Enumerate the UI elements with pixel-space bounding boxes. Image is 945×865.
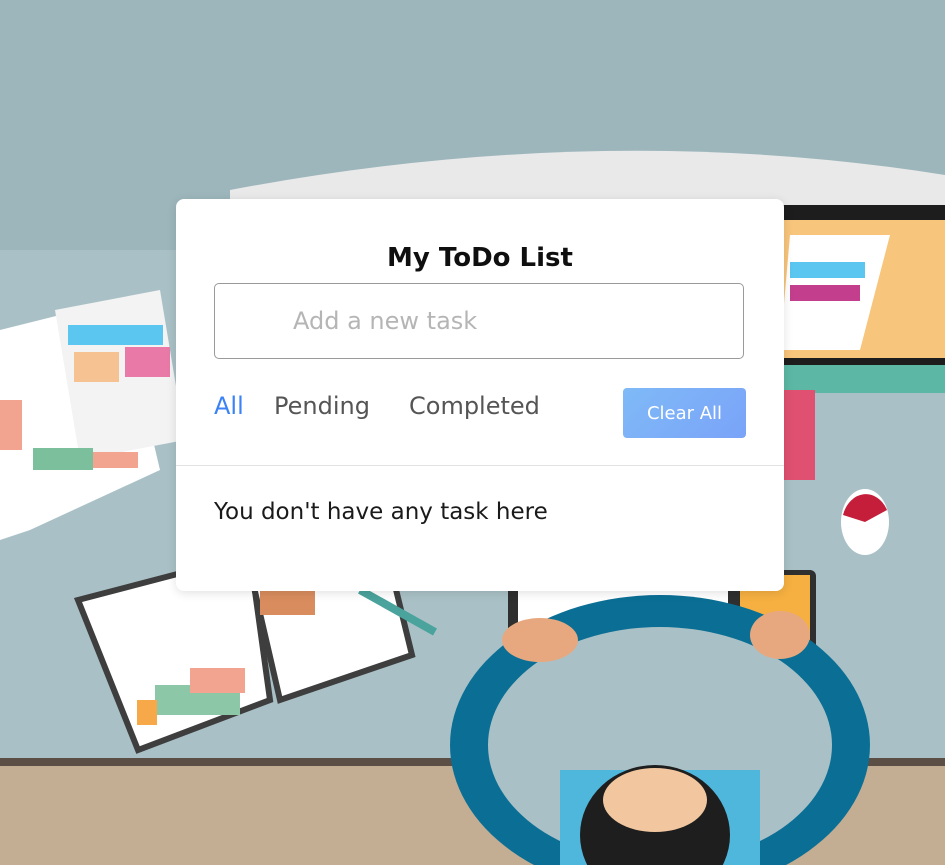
filter-tab-completed[interactable]: Completed <box>409 392 540 420</box>
filter-tab-all[interactable]: All <box>214 392 244 420</box>
page-title: My ToDo List <box>387 243 573 273</box>
divider <box>176 465 784 466</box>
empty-task-message: You don't have any task here <box>214 499 548 525</box>
clear-all-button[interactable]: Clear All <box>623 388 746 438</box>
todo-card: My ToDo List All Pending Completed Clear… <box>176 199 784 591</box>
task-input[interactable] <box>214 283 744 359</box>
filter-tab-pending[interactable]: Pending <box>274 392 370 420</box>
